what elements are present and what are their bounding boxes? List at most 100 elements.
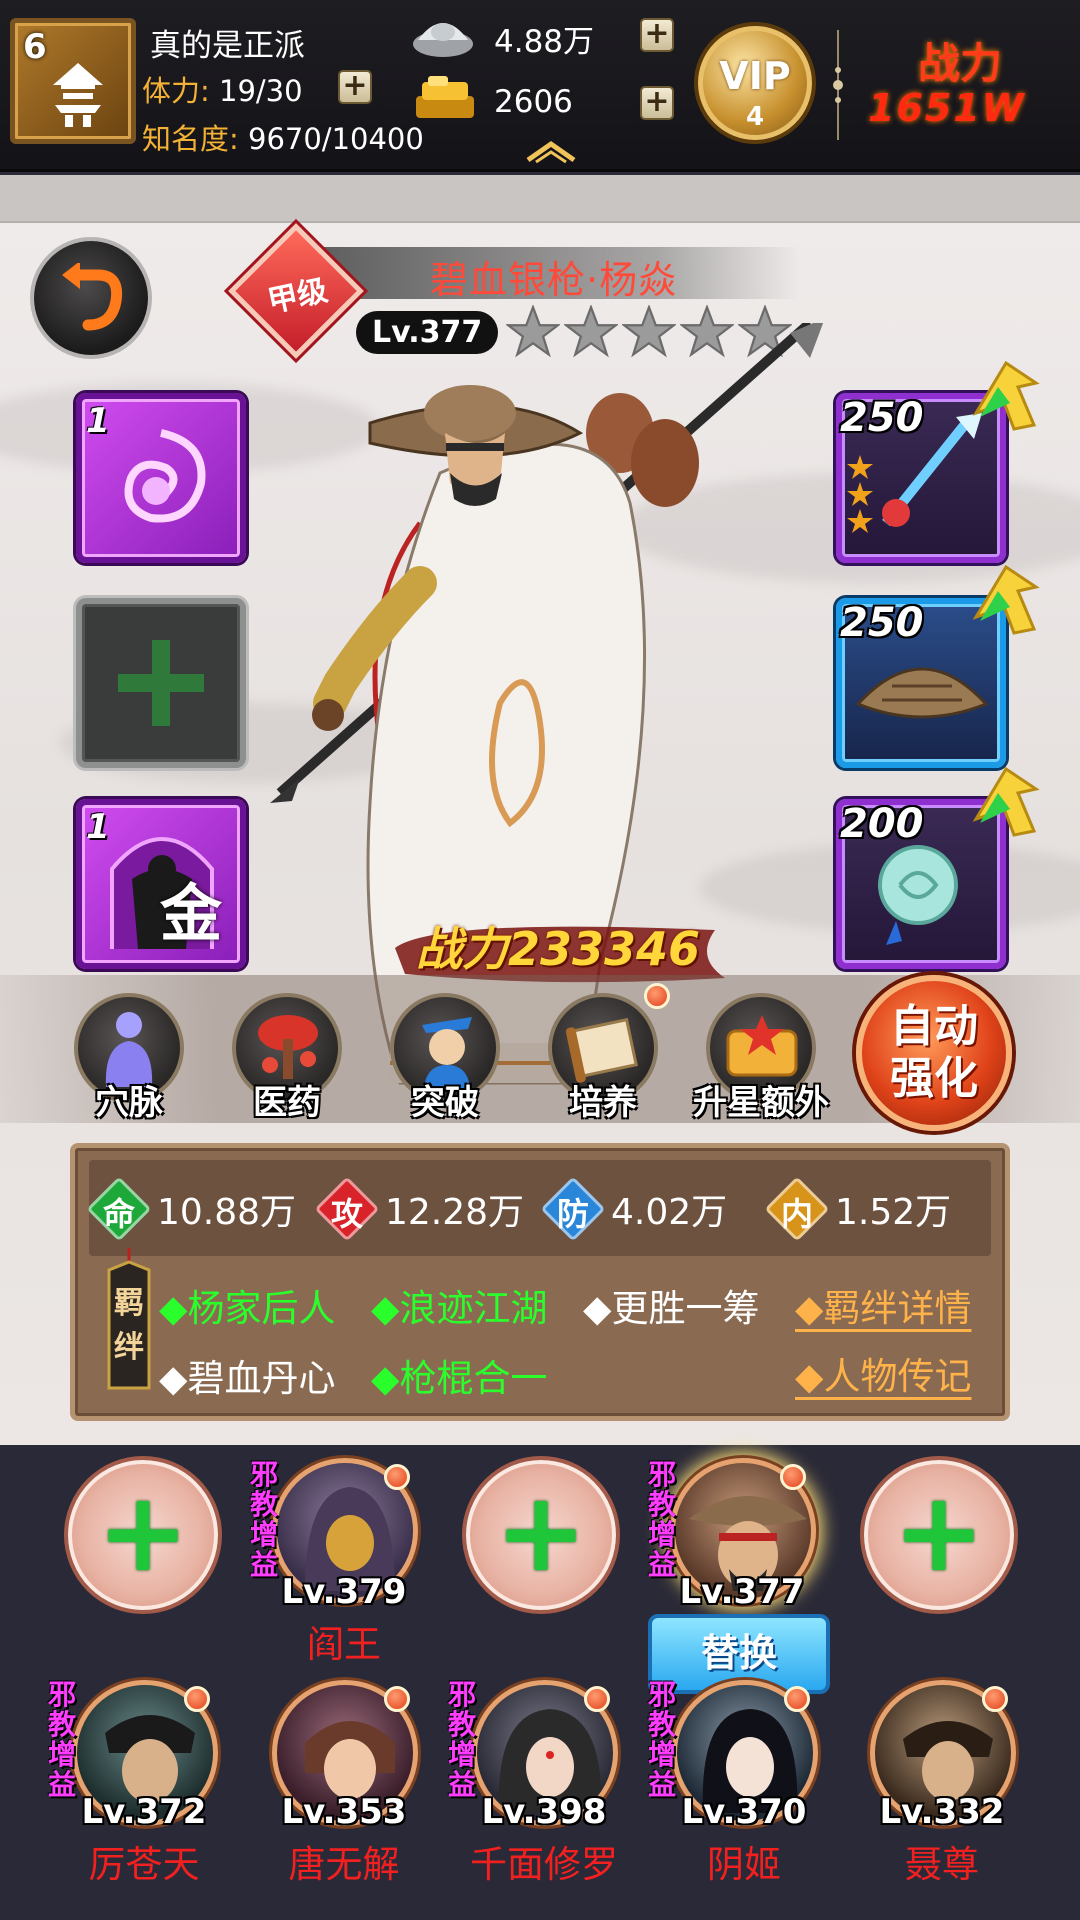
hp-value: 10.88万 <box>157 1192 297 1233</box>
expand-chevron-icon[interactable] <box>524 140 578 164</box>
lineup-name: 聂尊 <box>905 1843 979 1886</box>
defense-value: 4.02万 <box>611 1192 728 1233</box>
add-silver-button[interactable]: + <box>640 18 674 52</box>
skill-count: 1 <box>86 401 110 441</box>
cult-buff-tag: 邪教增益 <box>48 1678 77 1801</box>
func-label: 医药 <box>253 1083 321 1123</box>
notification-dot <box>384 1686 410 1712</box>
skill-slot-2[interactable] <box>76 598 246 768</box>
stamina: 体力: 19/30 <box>142 68 303 110</box>
bond-item[interactable]: ◆更胜一筹 <box>583 1278 759 1332</box>
straw-hat-armor-icon <box>855 667 989 719</box>
back-button[interactable] <box>34 241 148 355</box>
silver-amount: 4.88万 <box>494 24 595 60</box>
player-level: 6 <box>23 27 47 67</box>
hero-name: 碧血银枪·杨焱 <box>430 258 678 302</box>
gold-ingot-icon <box>416 76 474 118</box>
silver-ingot-icon <box>413 23 473 57</box>
total-power-label: 战力 <box>918 39 1003 88</box>
internal-icon: 内 <box>764 1176 830 1242</box>
purple-swirl-skill-icon <box>124 429 206 523</box>
bond-tag: 羁绊 <box>103 1248 155 1398</box>
upgrade-arrow-icon[interactable] <box>966 557 1044 639</box>
lineup-add-slot[interactable]: + <box>68 1460 218 1610</box>
notification-dot <box>644 983 670 1009</box>
add-gold-button[interactable]: + <box>640 86 674 120</box>
lineup-add-slot[interactable]: + <box>864 1460 1014 1610</box>
stat-attack: 攻 12.28万 <box>314 1174 524 1244</box>
total-power[interactable]: 战力 1651W <box>860 30 1060 140</box>
stat-defense: 防 4.02万 <box>540 1174 728 1244</box>
hero-detail-screen: 6 真的是正派 体力: 19/30 + 知名度: 9670/10400 4.88… <box>0 0 1080 1920</box>
lineup-level: Lv.398 <box>481 1792 607 1832</box>
cult-buff-tag: 邪教增益 <box>648 1458 677 1581</box>
player-name: 真的是正派 <box>150 28 305 64</box>
vip-badge[interactable]: VIP 4 <box>694 22 816 144</box>
lineup-name: 唐无解 <box>288 1843 400 1886</box>
skill-slot-3[interactable]: 1 金 <box>76 799 246 969</box>
hero-combat-power: 战力233346 <box>416 922 701 976</box>
add-plus-icon: + <box>892 1468 986 1596</box>
lineup-level: Lv.332 <box>879 1792 1005 1832</box>
lineup-level: Lv.372 <box>81 1792 207 1832</box>
bond-item[interactable]: ◆枪棍合一 <box>371 1348 547 1402</box>
attack-char: 攻 <box>330 1195 363 1233</box>
notification-dot <box>184 1686 210 1712</box>
top-status-bar: 6 真的是正派 体力: 19/30 + 知名度: 9670/10400 4.88… <box>0 0 1080 172</box>
biography-link[interactable]: ◆人物传记 <box>795 1346 971 1400</box>
equip-level: 250 <box>840 600 924 646</box>
header-divider-strip <box>0 175 1080 223</box>
func-label: 培养 <box>569 1083 637 1123</box>
equip-level: 250 <box>840 395 924 441</box>
notification-dot <box>584 1686 610 1712</box>
bond-item[interactable]: ◆杨家后人 <box>159 1278 335 1332</box>
bond-detail-link[interactable]: ◆羁绊详情 <box>795 1278 971 1332</box>
lineup-name: 千面修罗 <box>470 1843 618 1886</box>
fame: 知名度: 9670/10400 <box>142 116 424 158</box>
add-skill-icon <box>118 640 204 726</box>
auto-strengthen-button[interactable]: 自动 强化 <box>856 975 1012 1131</box>
cult-buff-tag: 邪教增益 <box>250 1458 279 1581</box>
back-arrow-icon <box>62 263 123 331</box>
vip-level: 4 <box>745 102 765 132</box>
func-star-up[interactable]: 升星额外 <box>693 993 829 1123</box>
skill-slot-1[interactable]: 1 <box>76 393 246 563</box>
attack-icon: 攻 <box>314 1176 380 1242</box>
notification-dot <box>982 1686 1008 1712</box>
notification-dot <box>784 1686 810 1712</box>
attribute-panel: 命 10.88万 攻 12.28万 防 4.02万 内 1.52万 羁绊 ◆杨家… <box>70 1143 1010 1421</box>
func-label: 穴脉 <box>95 1083 163 1123</box>
internal-value: 1.52万 <box>835 1192 952 1233</box>
add-stamina-button[interactable]: + <box>338 70 372 104</box>
stat-internal: 内 1.52万 <box>764 1174 952 1244</box>
lineup-level: Lv.377 <box>679 1572 805 1612</box>
defense-icon: 防 <box>540 1176 606 1242</box>
lineup-name: 阎王 <box>307 1623 381 1666</box>
func-train[interactable]: 培养 <box>538 983 670 1123</box>
lineup-add-slot[interactable]: + <box>466 1460 616 1610</box>
divider-ornament-icon <box>833 30 843 140</box>
hp-char: 命 <box>102 1195 135 1233</box>
fame-value: 9670/10400 <box>248 122 424 156</box>
gold-amount: 2606 <box>494 84 573 120</box>
func-meridian[interactable]: 穴脉 <box>64 993 194 1123</box>
add-plus-icon: + <box>494 1468 588 1596</box>
upgrade-arrow-icon[interactable] <box>966 353 1044 435</box>
func-breakthrough[interactable]: 突破 <box>380 993 510 1123</box>
cult-buff-tag: 邪教增益 <box>648 1678 677 1801</box>
func-medicine[interactable]: 医药 <box>222 993 352 1123</box>
player-avatar[interactable]: 6 <box>10 18 136 144</box>
pavilion-icon <box>53 63 103 127</box>
stamina-label: 体力: <box>142 74 210 108</box>
bond-item[interactable]: ◆浪迹江湖 <box>371 1278 547 1332</box>
defense-char: 防 <box>556 1195 589 1233</box>
vip-label: VIP <box>719 54 791 98</box>
internal-char: 内 <box>780 1195 813 1233</box>
upgrade-arrow-icon[interactable] <box>966 759 1044 841</box>
add-plus-icon: + <box>96 1468 190 1596</box>
bond-item[interactable]: ◆碧血丹心 <box>159 1348 335 1402</box>
stamina-value: 19/30 <box>219 74 303 108</box>
func-label: 升星额外 <box>693 1083 829 1123</box>
lineup-level: Lv.370 <box>681 1792 807 1832</box>
hero-scene: 甲级 碧血银枪·杨焱 Lv.377 战力233346 1 1 金 250 250… <box>0 223 1080 1445</box>
